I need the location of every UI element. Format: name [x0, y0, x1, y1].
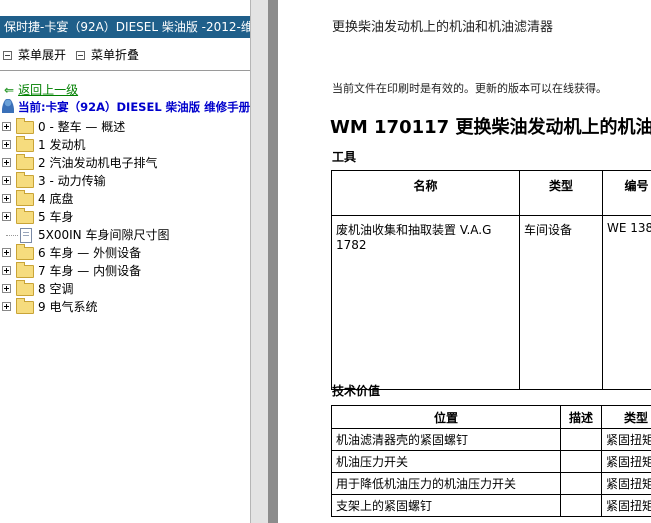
navigation-panel: 保时捷-卡宴（92A）DIESEL 柴油版 -2012-维修手册 菜单展开 菜单…: [0, 0, 250, 523]
document-icon: [20, 228, 32, 243]
tree-item-label: 3 - 动力传输: [38, 174, 106, 188]
folder-icon: [16, 208, 34, 224]
folder-icon: [16, 298, 34, 314]
tree-connector: [6, 235, 18, 236]
table-cell: 紧固扭矩: [601, 428, 651, 451]
table-cell: 废机油收集和抽取装置 V.A.G 1782: [331, 215, 520, 390]
document-margin: [268, 0, 278, 523]
expand-toggle-icon[interactable]: [2, 212, 11, 221]
current-label: 当前:卡宴（92A）DIESEL 柴油版 维修手册: [18, 100, 250, 114]
table-header-row: 名称 类型 编号: [331, 170, 651, 216]
column-header: 位置: [331, 405, 561, 429]
tools-table: 名称 类型 编号 废机油收集和抽取装置 V.A.G 1782 车间设备 WE 1…: [331, 170, 651, 390]
table-row: 用于降低机油压力的机油压力开关 紧固扭矩: [331, 472, 651, 495]
tree-item-label: 9 电气系统: [38, 300, 98, 314]
table-cell: 紧固扭矩: [601, 450, 651, 473]
table-cell: [560, 428, 602, 451]
expand-toggle-icon[interactable]: [2, 284, 11, 293]
expand-toggle-icon[interactable]: [2, 122, 11, 131]
expand-toggle-icon[interactable]: [2, 176, 11, 185]
table-row: 机油压力开关 紧固扭矩: [331, 450, 651, 473]
column-header: 描述: [560, 405, 602, 429]
document-note: 当前文件在印刷时是有效的。更新的版本可以在线获得。: [332, 82, 607, 95]
back-link[interactable]: ⇐ 返回上一级: [4, 81, 78, 98]
folder-icon: [16, 262, 34, 278]
current-location: 当前:卡宴（92A）DIESEL 柴油版 维修手册: [2, 99, 250, 115]
tree-item-label: 8 空调: [38, 282, 74, 296]
table-header-row: 位置 描述 类型: [331, 405, 651, 429]
table-cell: [560, 494, 602, 517]
table-row: 机油滤清器壳的紧固螺钉 紧固扭矩: [331, 428, 651, 451]
folder-icon: [16, 190, 34, 206]
tree-item-label: 0 - 整车 — 概述: [38, 120, 126, 134]
expand-toggle-icon[interactable]: [2, 140, 11, 149]
table-cell: 车间设备: [519, 215, 603, 390]
back-label: 返回上一级: [18, 83, 79, 97]
collapse-menu-button[interactable]: 菜单折叠: [76, 46, 139, 63]
document-top-title: 更换柴油发动机上的机油和机油滤清器: [332, 20, 554, 35]
expand-toggle-icon[interactable]: [2, 248, 11, 257]
tree-item-label: 2 汽油发动机电子排气: [38, 156, 158, 170]
folder-icon: [16, 172, 34, 188]
collapse-label: 菜单折叠: [91, 48, 140, 62]
folder-icon: [16, 280, 34, 296]
table-cell: 机油滤清器壳的紧固螺钉: [331, 428, 561, 451]
expand-toggle-icon[interactable]: [2, 266, 11, 275]
document-heading: WM 170117 更换柴油发动机上的机油和机油滤清器: [330, 117, 651, 138]
table-cell: [560, 472, 602, 495]
tree-item-label: 5 车身: [38, 210, 74, 224]
window-title: 保时捷-卡宴（92A）DIESEL 柴油版 -2012-维修手册: [0, 16, 250, 38]
tree-item-label: 6 车身 — 外侧设备: [38, 246, 142, 260]
column-header: 编号: [602, 170, 651, 216]
tree-item-label: 1 发动机: [38, 138, 86, 152]
table-cell: 用于降低机油压力的机油压力开关: [331, 472, 561, 495]
panel-splitter[interactable]: [250, 0, 269, 523]
tools-heading: 工具: [332, 150, 357, 164]
expand-menu-button[interactable]: 菜单展开: [3, 46, 66, 63]
tree-item-label: 7 车身 — 内侧设备: [38, 264, 142, 278]
document-view: 更换柴油发动机上的机油和机油滤清器 当前文件在印刷时是有效的。更新的版本可以在线…: [278, 0, 651, 523]
tree-item-label: 4 底盘: [38, 192, 74, 206]
folder-icon: [16, 244, 34, 260]
table-cell: 机油压力开关: [331, 450, 561, 473]
table-row: 废机油收集和抽取装置 V.A.G 1782 车间设备 WE 1385: [331, 215, 651, 390]
expand-toggle-icon[interactable]: [2, 158, 11, 167]
folder-icon: [16, 154, 34, 170]
expand-label: 菜单展开: [18, 48, 67, 62]
table-cell: 紧固扭矩: [601, 472, 651, 495]
expand-icon: [3, 51, 12, 60]
folder-icon: [16, 118, 34, 134]
table-cell: 支架上的紧固螺钉: [331, 494, 561, 517]
menu-bar: 菜单展开 菜单折叠: [0, 40, 250, 71]
tech-values-heading: 技术价值: [332, 384, 381, 398]
collapse-icon: [76, 51, 85, 60]
table-cell: 紧固扭矩: [601, 494, 651, 517]
folder-icon: [16, 136, 34, 152]
tech-values-table: 位置 描述 类型 机油滤清器壳的紧固螺钉 紧固扭矩 机油压力开关 紧固扭矩 用于…: [331, 405, 651, 517]
column-header: 名称: [331, 170, 520, 216]
table-row: 支架上的紧固螺钉 紧固扭矩: [331, 494, 651, 517]
table-cell: [560, 450, 602, 473]
table-cell: WE 1385: [602, 215, 651, 390]
column-header: 类型: [519, 170, 603, 216]
tree-item-label: 5X00IN 车身间隙尺寸图: [38, 228, 170, 242]
expand-toggle-icon[interactable]: [2, 302, 11, 311]
column-header: 类型: [601, 405, 651, 429]
expand-toggle-icon[interactable]: [2, 194, 11, 203]
back-arrow-icon: ⇐: [4, 83, 15, 97]
user-icon: [2, 99, 14, 113]
